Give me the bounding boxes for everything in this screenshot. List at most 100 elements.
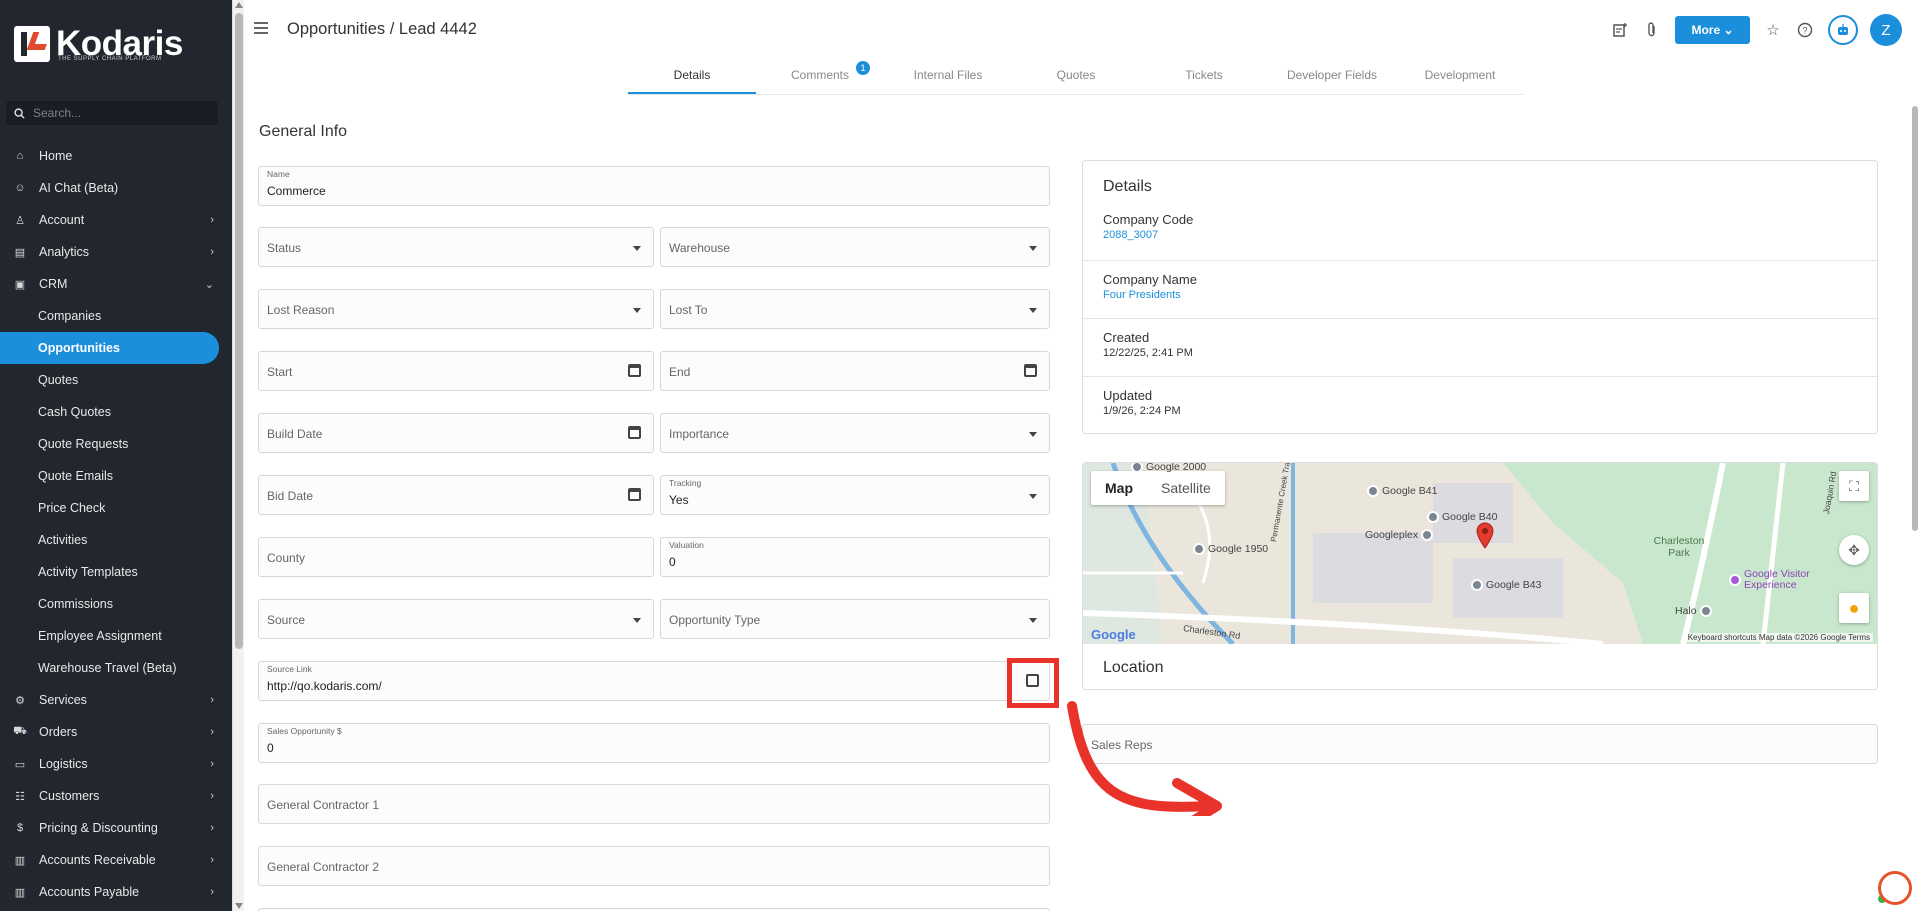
company-name-link[interactable]: Four Presidents	[1103, 289, 1181, 301]
sidebar-item-price-check[interactable]: Price Check	[0, 492, 232, 524]
bid-date-field[interactable]: Bid Date	[258, 475, 654, 515]
company-code-link[interactable]: 2088_3007	[1103, 229, 1158, 241]
name-field[interactable]: Name Commerce	[258, 166, 1050, 206]
star-icon[interactable]: ☆	[1764, 21, 1782, 39]
sidebar-item-quote-emails[interactable]: Quote Emails	[0, 460, 232, 492]
tab-details[interactable]: Details	[628, 62, 756, 94]
sidebar-item-account[interactable]: ♙ Account ›	[0, 204, 232, 236]
add-note-icon[interactable]	[1611, 21, 1629, 39]
sidebar-item-label: Accounts Receivable	[39, 853, 156, 867]
sidebar-item-accounts-receivable[interactable]: ▥ Accounts Receivable ›	[0, 844, 232, 876]
page-title: Opportunities / Lead 4442	[287, 20, 477, 38]
map-poi[interactable]: Halo	[1675, 605, 1715, 617]
sidebar-item-ai-chat-beta[interactable]: ☺ AI Chat (Beta)	[0, 172, 232, 204]
sidebar-item-analytics[interactable]: ▤ Analytics ›	[0, 236, 232, 268]
kodaris-logo[interactable]: Kodaris THE SUPPLY CHAIN PLATFORM	[14, 26, 183, 62]
importance-select[interactable]: Importance	[660, 413, 1050, 453]
map-poi[interactable]: Google B43	[1471, 579, 1541, 591]
source-select[interactable]: Source	[258, 599, 654, 639]
sidebar-item-orders[interactable]: ⛟ Orders ›	[0, 716, 232, 748]
street-view-pegman-icon[interactable]: ●	[1839, 593, 1869, 623]
calendar-icon[interactable]	[628, 364, 641, 377]
map-poi[interactable]: Google 1950	[1193, 543, 1268, 555]
tracking-value: Yes	[669, 493, 689, 507]
valuation-field[interactable]: Valuation 0	[660, 537, 1050, 577]
main-scroll-thumb[interactable]	[1912, 106, 1918, 531]
calendar-icon[interactable]	[1024, 364, 1037, 377]
tab-internal-files[interactable]: Internal Files	[884, 62, 1012, 94]
lost-to-select[interactable]: Lost To	[660, 289, 1050, 329]
build-date-field[interactable]: Build Date	[258, 413, 654, 453]
more-button[interactable]: More ⌄	[1675, 16, 1750, 44]
county-field[interactable]: County	[258, 537, 654, 577]
map-tab-satellite[interactable]: Satellite	[1147, 471, 1225, 505]
sidebar-item-services[interactable]: ⚙ Services ›	[0, 684, 232, 716]
tab-label: Tickets	[1185, 68, 1223, 82]
menu-icon[interactable]	[254, 22, 268, 34]
status-select[interactable]: Status	[258, 227, 654, 267]
sidebar-item-employee-assignment[interactable]: Employee Assignment	[0, 620, 232, 652]
source-link-label: Source Link	[267, 664, 312, 674]
general-contractor-2-placeholder: General Contractor 2	[267, 860, 380, 874]
map-pin-icon	[1131, 463, 1143, 473]
sidebar-item-accounts-payable[interactable]: ▥ Accounts Payable ›	[0, 876, 232, 908]
tab-comments[interactable]: Comments 1	[756, 61, 884, 94]
sidebar-search-input[interactable]	[33, 106, 203, 120]
map-marker-icon[interactable]	[1475, 521, 1495, 549]
sidebar-item-activities[interactable]: Activities	[0, 524, 232, 556]
sidebar-item-warehouse-travel-beta[interactable]: Warehouse Travel (Beta)	[0, 652, 232, 684]
logistics-icon: ▭	[14, 758, 26, 771]
calendar-icon[interactable]	[628, 488, 641, 501]
map-tab-map[interactable]: Map	[1091, 471, 1147, 505]
fullscreen-icon[interactable]: ⛶	[1839, 471, 1869, 501]
sidebar-item-quote-requests[interactable]: Quote Requests	[0, 428, 232, 460]
map-pin-icon	[1193, 543, 1205, 555]
paperclip-icon[interactable]	[1643, 21, 1661, 39]
source-placeholder: Source	[267, 613, 306, 627]
general-contractor-2-field[interactable]: General Contractor 2	[258, 846, 1050, 886]
sidebar-item-crm[interactable]: ▣ CRM ⌄	[0, 268, 232, 300]
sidebar-item-commissions[interactable]: Commissions	[0, 588, 232, 620]
ai-assistant-icon[interactable]	[1828, 15, 1858, 45]
sidebar-item-pricing-discounting[interactable]: $ Pricing & Discounting ›	[0, 812, 232, 844]
scroll-up-arrow-icon[interactable]	[235, 2, 243, 8]
tracking-select[interactable]: Tracking Yes	[660, 475, 1050, 515]
calendar-icon[interactable]	[628, 426, 641, 439]
pan-control-icon[interactable]: ✥	[1839, 535, 1869, 565]
map-park-label[interactable]: Charleston Park	[1649, 535, 1709, 559]
end-date-field[interactable]: End	[660, 351, 1050, 391]
chat-widget-icon[interactable]	[1878, 871, 1912, 905]
sidebar-item-activity-templates[interactable]: Activity Templates	[0, 556, 232, 588]
created-value: 12/22/25, 2:41 PM	[1103, 347, 1193, 359]
sidebar-item-companies[interactable]: Companies	[0, 300, 232, 332]
tab-quotes[interactable]: Quotes	[1012, 62, 1140, 94]
map-poi[interactable]: Google 2000	[1131, 463, 1206, 473]
tab-tickets[interactable]: Tickets	[1140, 62, 1268, 94]
sales-opportunity-label: Sales Opportunity $	[267, 726, 342, 736]
sidebar-search[interactable]	[6, 101, 218, 125]
sidebar-item-cash-quotes[interactable]: Cash Quotes	[0, 396, 232, 428]
sidebar-nav: ⌂ Home ☺ AI Chat (Beta) ♙ Account › ▤ Analytics ›…	[0, 140, 232, 908]
sidebar-item-customers[interactable]: ☷ Customers ›	[0, 780, 232, 812]
scroll-down-arrow-icon[interactable]	[235, 903, 243, 909]
sidebar-item-opportunities[interactable]: Opportunities	[0, 332, 219, 364]
help-icon[interactable]: ?	[1796, 21, 1814, 39]
tab-developer-fields[interactable]: Developer Fields	[1268, 62, 1396, 94]
logo-tagline: THE SUPPLY CHAIN PLATFORM	[58, 56, 162, 62]
warehouse-select[interactable]: Warehouse	[660, 227, 1050, 267]
map-poi[interactable]: Google B41	[1367, 485, 1437, 497]
map-poi[interactable]: Google Visitor Experience	[1729, 569, 1824, 591]
avatar[interactable]: Z	[1870, 14, 1902, 46]
sidebar-item-quotes[interactable]: Quotes	[0, 364, 232, 396]
lost-reason-select[interactable]: Lost Reason	[258, 289, 654, 329]
map-poi[interactable]: Googleplex	[1365, 529, 1436, 541]
sidebar-item-home[interactable]: ⌂ Home	[0, 140, 232, 172]
header-actions: More ⌄ ☆ ? Z	[1597, 14, 1902, 46]
start-date-field[interactable]: Start	[258, 351, 654, 391]
sidebar-item-logistics[interactable]: ▭ Logistics ›	[0, 748, 232, 780]
map-attribution[interactable]: Keyboard shortcuts Map data ©2026 Google…	[1684, 633, 1873, 642]
main-scrollbar[interactable]	[1910, 96, 1920, 911]
tab-development[interactable]: Development	[1396, 62, 1524, 94]
sidebar-scroll-thumb[interactable]	[235, 13, 243, 649]
sidebar-scrollbar[interactable]	[232, 0, 244, 911]
